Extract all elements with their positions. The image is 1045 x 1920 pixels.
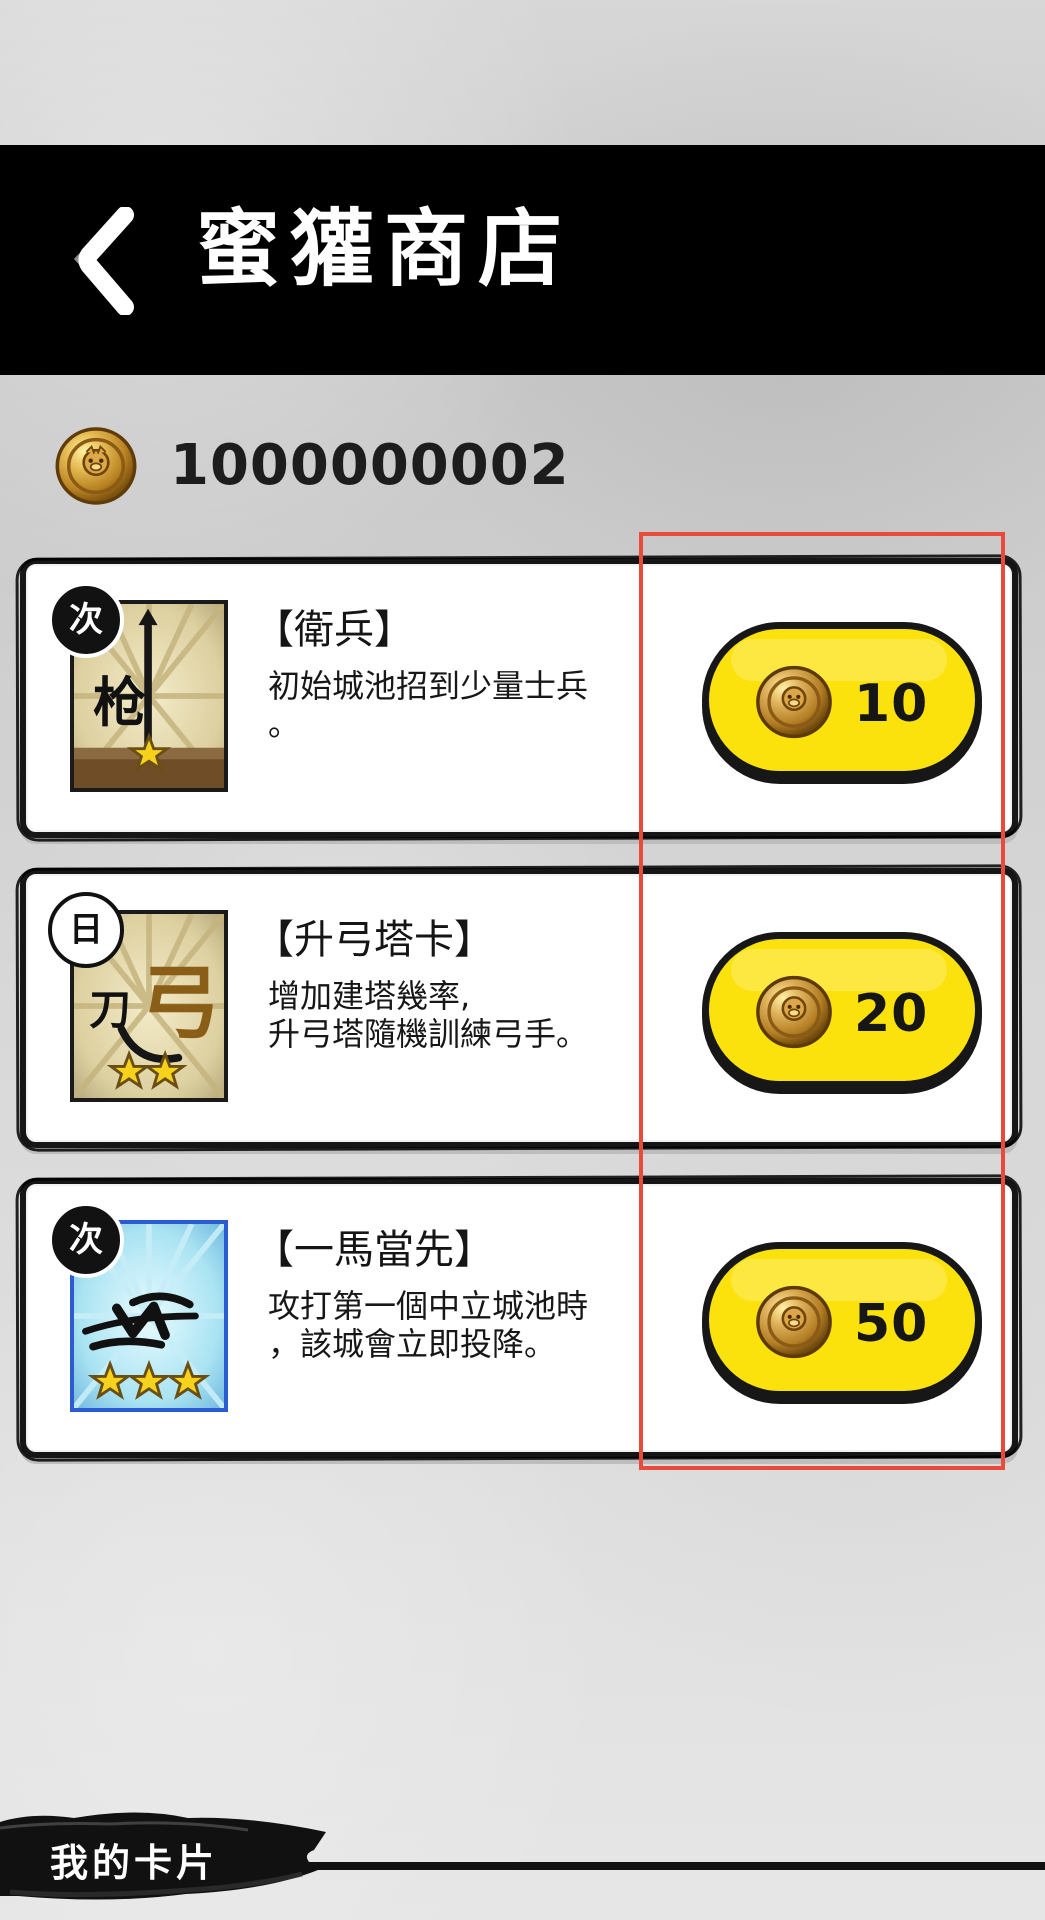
badger-coin-icon	[55, 427, 137, 505]
price-label: 20	[854, 984, 929, 1044]
shop-item: 次	[20, 558, 1018, 838]
price-label: 50	[854, 1294, 929, 1354]
my-cards-tab[interactable]: 我的卡片	[0, 1804, 328, 1908]
item-name: 【衛兵】	[254, 607, 414, 653]
buy-button-10[interactable]: 10	[702, 622, 982, 778]
item-description: 初始城池招到少量士兵 。	[268, 668, 589, 743]
coin-balance-value: 1000000002	[170, 433, 570, 498]
badger-coin-icon	[756, 665, 832, 739]
item-description: 攻打第一個中立城池時 ，該城會立即投降。	[268, 1288, 589, 1363]
price-label: 10	[854, 674, 929, 734]
page-title: 蜜獾商店	[196, 199, 573, 298]
shop-item-list: 次 枪 【衛兵】 初始城池招到少量士兵 。 10 日 刀 弓 【升弓塔卡】 增加…	[20, 558, 1022, 1488]
my-cards-label: 我的卡片	[50, 1840, 219, 1885]
item-badge: 次	[48, 582, 124, 658]
item-name: 【一馬當先】	[254, 1227, 494, 1273]
chevron-left-icon	[73, 206, 134, 316]
item-badge: 日	[48, 892, 124, 968]
back-button[interactable]	[58, 206, 146, 316]
shop-item: 次	[20, 1178, 1018, 1458]
svg-text:枪: 枪	[93, 671, 146, 734]
coin-balance: 1000000002	[52, 418, 570, 514]
svg-text:弓: 弓	[140, 956, 220, 1050]
shop-item: 日 刀 弓 【升弓塔卡】 增加建塔幾率, 升弓塔隨機訓練弓手。 20	[20, 868, 1018, 1148]
badger-coin-icon	[756, 975, 832, 1049]
badger-coin-icon	[756, 1285, 832, 1359]
item-description: 增加建塔幾率, 升弓塔隨機訓練弓手。	[268, 978, 589, 1053]
buy-button-20[interactable]: 20	[702, 932, 982, 1088]
shop-header: 蜜獾商店	[0, 145, 1045, 375]
item-name: 【升弓塔卡】	[254, 917, 494, 963]
buy-button-50[interactable]: 50	[702, 1242, 982, 1398]
svg-text:刀: 刀	[89, 985, 131, 1034]
item-badge: 次	[48, 1202, 124, 1278]
